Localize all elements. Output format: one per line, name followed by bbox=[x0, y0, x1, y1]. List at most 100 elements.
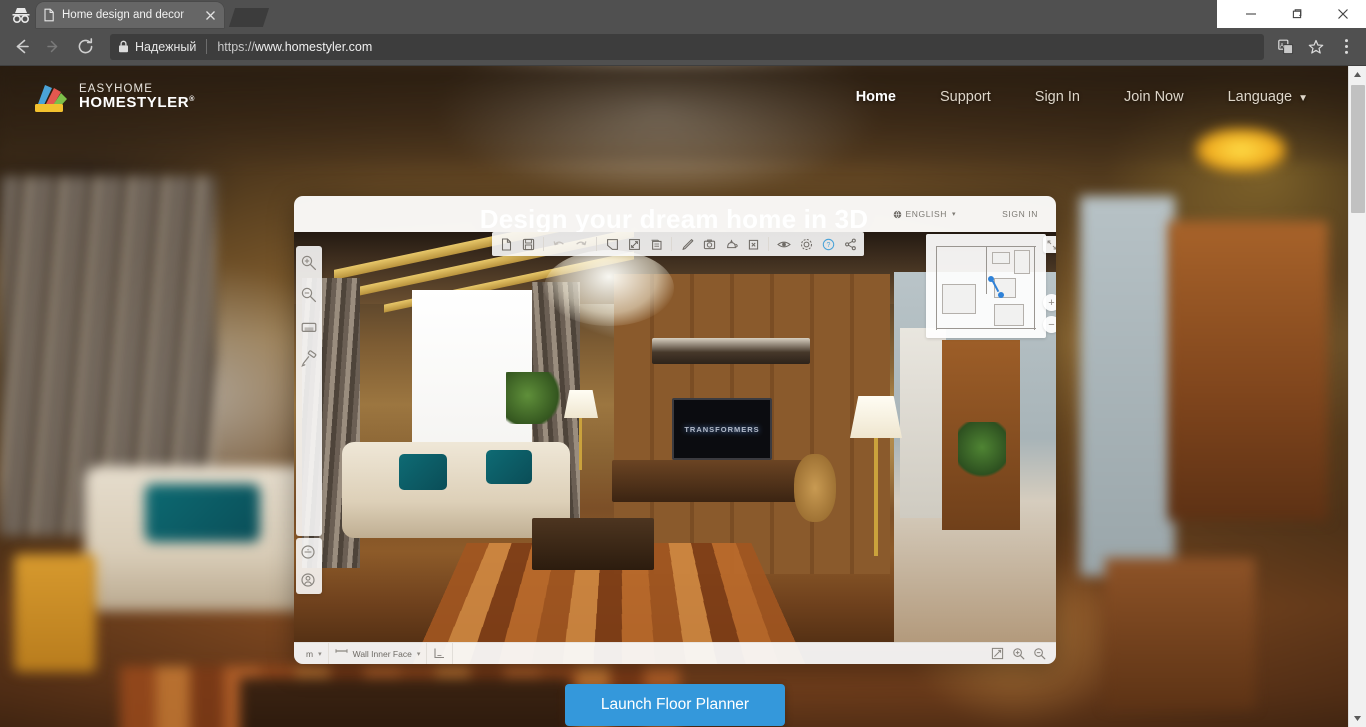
minimap-room-block bbox=[994, 304, 1024, 326]
forward-arrow-icon[interactable] bbox=[38, 32, 68, 62]
minimap-target-marker[interactable] bbox=[998, 292, 1004, 298]
undo-icon[interactable] bbox=[549, 234, 569, 254]
wall-reference-selector[interactable]: Wall Inner Face ▾ bbox=[329, 642, 428, 664]
toolbar-actions: A bbox=[1270, 33, 1360, 61]
close-button[interactable] bbox=[1320, 0, 1366, 28]
browser-tab-active[interactable]: Home design and decor bbox=[36, 2, 224, 28]
import-plan-icon[interactable] bbox=[646, 234, 666, 254]
user-avatar-icon[interactable] bbox=[300, 572, 318, 590]
zoom-in-icon[interactable] bbox=[1012, 647, 1025, 660]
nav-item-support[interactable]: Support bbox=[940, 89, 991, 105]
nav-label: Support bbox=[939, 89, 991, 105]
zoom-out-search-icon[interactable] bbox=[300, 286, 318, 304]
star-icon[interactable] bbox=[1302, 33, 1330, 61]
toolbar-separator bbox=[543, 237, 544, 251]
page-icon bbox=[42, 8, 56, 22]
hero-right-wall bbox=[1080, 196, 1175, 576]
draw-room-icon[interactable] bbox=[602, 234, 622, 254]
settings-gear-icon[interactable] bbox=[796, 234, 816, 254]
scrollbar-track[interactable] bbox=[1349, 83, 1366, 710]
minimap-room-block bbox=[1014, 250, 1030, 274]
incognito-hat-glasses-icon bbox=[6, 3, 36, 27]
hero-right-cabinet bbox=[1105, 558, 1255, 708]
address-bar[interactable]: Надежный https://www.homestyler.com bbox=[110, 33, 1264, 60]
pencil-icon[interactable] bbox=[677, 234, 697, 254]
render-coffee-table bbox=[532, 518, 654, 570]
site-logo[interactable]: EASYHOME HOMESTYLER® bbox=[32, 80, 195, 114]
app-render-stage[interactable]: TRANSFORMERS ? + − m ▾ Wall Inner Face ▾ bbox=[294, 232, 1056, 664]
render-wall-shelf bbox=[652, 338, 810, 364]
nav-item-language[interactable]: Language ▼ bbox=[1228, 89, 1308, 105]
reload-icon[interactable] bbox=[70, 32, 100, 62]
back-arrow-icon[interactable] bbox=[6, 32, 36, 62]
new-file-icon[interactable] bbox=[496, 234, 516, 254]
url-text: https://www.homestyler.com bbox=[217, 40, 372, 54]
camera-icon[interactable] bbox=[699, 234, 719, 254]
nav-item-join-now[interactable]: Join Now bbox=[1124, 89, 1184, 105]
scrollbar-down-arrow[interactable] bbox=[1349, 710, 1366, 727]
delete-icon[interactable] bbox=[743, 234, 763, 254]
vertical-scrollbar[interactable] bbox=[1348, 66, 1366, 727]
add-area-icon[interactable] bbox=[624, 234, 644, 254]
translate-icon[interactable]: A bbox=[1272, 33, 1300, 61]
wall-reference-label: Wall Inner Face bbox=[352, 648, 412, 659]
nav-label: Sign In bbox=[1034, 89, 1080, 105]
app-language-selector[interactable]: ENGLISH ▾ bbox=[893, 209, 957, 219]
paint-roller-icon[interactable] bbox=[300, 350, 318, 368]
scrollbar-up-arrow[interactable] bbox=[1349, 66, 1366, 83]
furniture-sofa-icon[interactable] bbox=[300, 318, 318, 336]
tab-title: Home design and decor bbox=[62, 9, 185, 21]
minimap-wall bbox=[936, 328, 1036, 330]
nav-label: Language bbox=[1227, 89, 1293, 105]
minimize-button[interactable] bbox=[1228, 0, 1274, 28]
chevron-down-icon: ▾ bbox=[952, 211, 957, 218]
vertical-scrollbar-thumb[interactable] bbox=[1350, 85, 1365, 213]
omnibox-divider bbox=[206, 39, 208, 54]
help-icon[interactable]: ? bbox=[818, 234, 838, 254]
logo-wordmark: EASYHOME HOMESTYLER® bbox=[79, 83, 195, 111]
minimap-room-block bbox=[992, 252, 1010, 264]
launch-floor-planner-button[interactable]: Launch Floor Planner bbox=[565, 684, 785, 726]
nav-item-sign-in[interactable]: Sign In bbox=[1035, 89, 1080, 105]
svg-text:?: ? bbox=[826, 242, 830, 249]
floor-planner-preview-panel[interactable]: ENGLISH ▾ SIGN IN TRANSFORMERS ? + − m ▾… bbox=[294, 196, 1056, 664]
zoom-out-icon[interactable] bbox=[1033, 647, 1046, 660]
render-pillow bbox=[399, 454, 447, 490]
nav-label: Join Now bbox=[1123, 89, 1184, 105]
floor-plan-minimap[interactable] bbox=[926, 234, 1046, 338]
site-nav: Home Support Sign In Join Now Language ▼ bbox=[812, 89, 1308, 105]
app-status-bar: m ▾ Wall Inner Face ▾ bbox=[294, 642, 1056, 664]
new-tab-button[interactable] bbox=[228, 8, 270, 27]
minimap-wall bbox=[986, 246, 988, 294]
visibility-eye-icon[interactable] bbox=[774, 234, 794, 254]
save-icon[interactable] bbox=[518, 234, 538, 254]
3d-view-icon[interactable] bbox=[721, 234, 741, 254]
nav-item-home[interactable]: Home bbox=[856, 89, 896, 105]
minimap-zoom-in-button[interactable]: + bbox=[1043, 294, 1056, 311]
fit-to-screen-icon[interactable] bbox=[991, 647, 1004, 660]
minimap-expand-icon[interactable] bbox=[1043, 236, 1056, 253]
minimap-zoom-out-label: − bbox=[1048, 318, 1055, 331]
share-icon[interactable] bbox=[840, 234, 860, 254]
compass-icon[interactable] bbox=[300, 544, 318, 562]
chevron-down-icon: ▼ bbox=[1298, 93, 1308, 104]
minimap-zoom-out-button[interactable]: − bbox=[1043, 316, 1056, 333]
render-plant bbox=[506, 372, 560, 424]
redo-icon[interactable] bbox=[571, 234, 591, 254]
site-header: EASYHOME HOMESTYLER® Home Support Sign I… bbox=[0, 66, 1348, 128]
dimension-toggle[interactable] bbox=[427, 642, 454, 664]
app-sign-in-link[interactable]: SIGN IN bbox=[1002, 209, 1038, 219]
toolbar-separator bbox=[768, 237, 769, 251]
url-host: www.homestyler.com bbox=[254, 39, 373, 54]
three-dot-menu-icon[interactable] bbox=[1332, 33, 1360, 61]
render-television: TRANSFORMERS bbox=[672, 398, 772, 460]
toolbar-separator bbox=[596, 237, 597, 251]
unit-selector[interactable]: m ▾ bbox=[300, 642, 329, 664]
maximize-button[interactable] bbox=[1274, 0, 1320, 28]
close-icon[interactable] bbox=[202, 7, 218, 23]
chevron-down-icon: ▾ bbox=[318, 650, 322, 658]
render-decor-shield bbox=[794, 454, 836, 522]
app-toolbar: ? bbox=[492, 232, 864, 256]
zoom-in-search-icon[interactable] bbox=[300, 254, 318, 272]
render-pillow bbox=[486, 450, 532, 484]
